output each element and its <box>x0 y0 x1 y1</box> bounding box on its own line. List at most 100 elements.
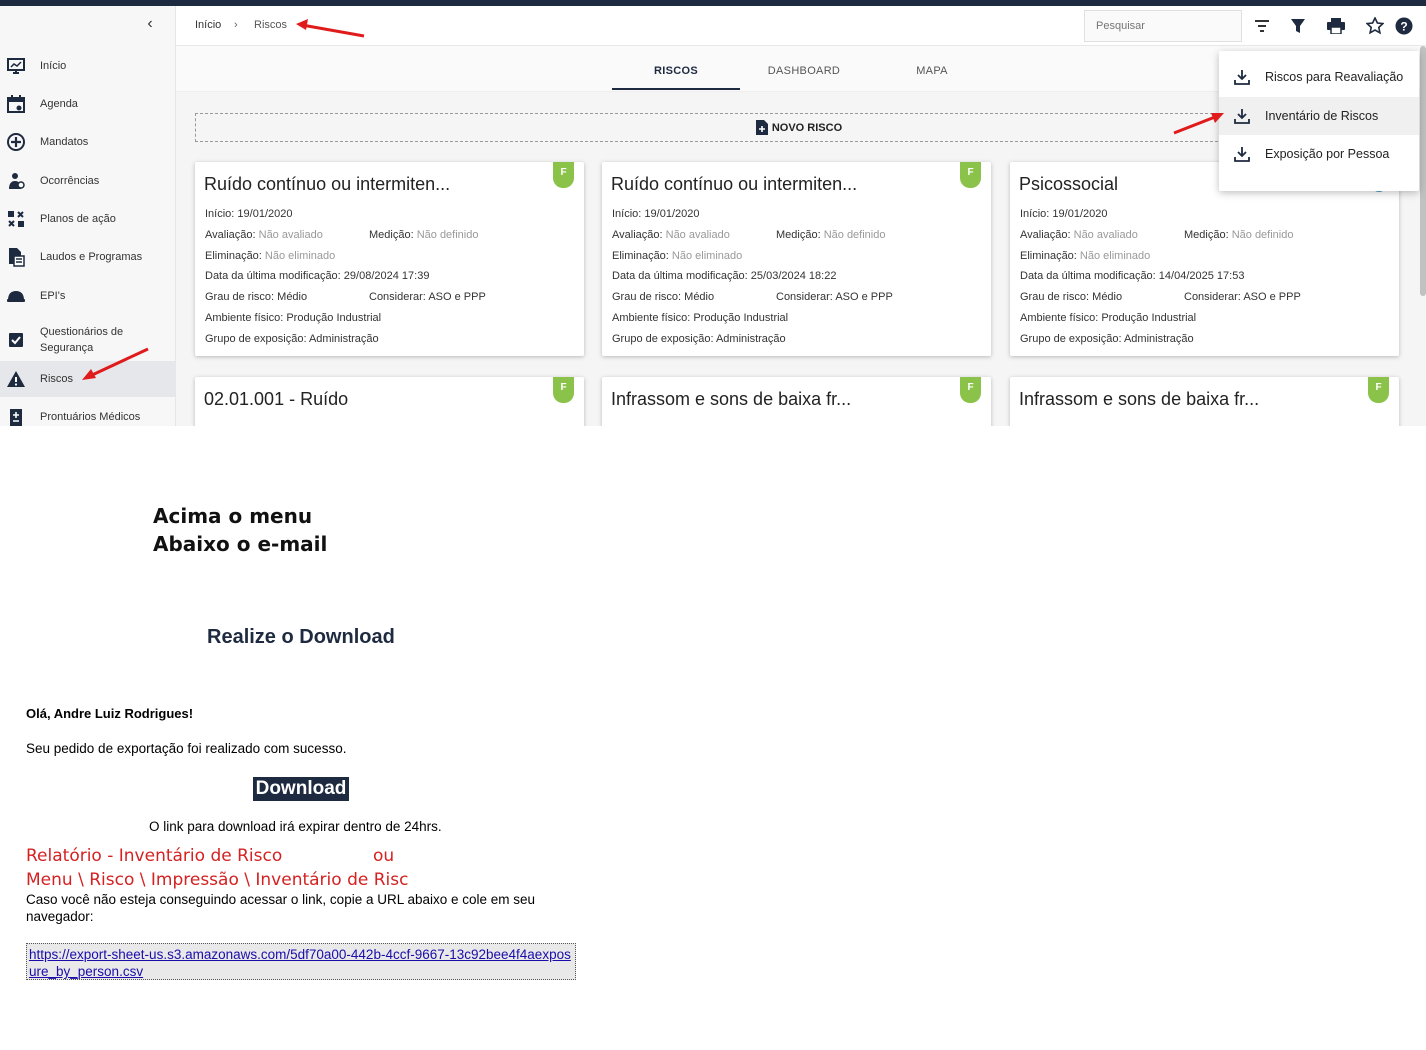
new-file-icon <box>755 120 768 135</box>
card-title: Infrassom e sons de baixa fr... <box>1019 389 1260 409</box>
card-last-modified: Data da última modificação: 14/04/2025 1… <box>1020 270 1245 282</box>
menu-item-inventario-riscos[interactable]: Inventário de Riscos <box>1219 97 1419 135</box>
card-environment: Ambiente físico: Produção Industrial <box>612 312 789 324</box>
card-elimination: Eliminação: Não eliminado <box>205 250 336 262</box>
risk-card[interactable]: F Infrassom e sons de baixa fr... <box>602 377 991 426</box>
card-title: Ruído contínuo ou intermiten... <box>611 174 858 194</box>
status-badge: F <box>553 162 574 188</box>
breadcrumb-current: Riscos <box>254 19 288 31</box>
dashboard-icon <box>6 56 26 76</box>
sidebar-item-riscos[interactable]: Riscos <box>0 361 176 397</box>
header: Início › Riscos ? <box>176 6 1426 46</box>
risk-card[interactable]: F Infrassom e sons de baixa fr... <box>1010 377 1399 426</box>
tab-riscos[interactable]: RISCOS <box>612 65 740 77</box>
breadcrumb-home[interactable]: Início <box>195 19 221 31</box>
download-icon <box>1234 147 1250 162</box>
person-alert-icon <box>6 171 26 191</box>
menu-item-exposicao-pessoa[interactable]: Exposição por Pessoa <box>1219 135 1419 173</box>
checkbox-icon <box>6 330 26 350</box>
print-icon[interactable] <box>1326 16 1346 36</box>
new-risk-label: NOVO RISCO <box>771 121 843 134</box>
card-last-modified: Data da última modificação: 25/03/2024 1… <box>612 270 837 282</box>
card-consider: Considerar: ASO e PPP <box>1184 291 1301 303</box>
action-plan-icon <box>6 209 26 229</box>
card-evaluation: Avaliação: Não avaliado <box>205 229 323 241</box>
star-icon[interactable] <box>1365 16 1385 36</box>
plus-circle-icon <box>6 132 26 152</box>
help-icon[interactable]: ? <box>1394 16 1414 36</box>
print-dropdown-menu: Riscos para Reavaliação Inventário de Ri… <box>1219 51 1419 191</box>
annotation-line-2: Abaixo o e-mail <box>153 532 328 556</box>
sidebar-item-laudos[interactable]: Laudos e Programas <box>0 239 176 275</box>
menu-item-riscos-reavaliacao[interactable]: Riscos para Reavaliação <box>1219 58 1419 96</box>
sidebar-item-label: Questionários de Segurança <box>40 326 124 354</box>
medical-record-icon <box>6 407 26 426</box>
sidebar: ‹ Início Agenda Mandatos Ocorrências Pla… <box>0 6 176 426</box>
card-exposure-group: Grupo de exposição: Administração <box>205 333 379 345</box>
sort-icon[interactable] <box>1252 16 1272 36</box>
annotation-red-2: Menu \ Risco \ Impressão \ Inventário de… <box>26 870 409 890</box>
sidebar-item-label: Laudos e Programas <box>40 251 143 263</box>
annotation-red-1: Relatório - Inventário de Risco <box>26 846 283 866</box>
sidebar-item-inicio[interactable]: Início <box>0 48 176 84</box>
sidebar-item-label: Mandatos <box>40 136 89 148</box>
menu-item-label: Exposição por Pessoa <box>1265 147 1390 161</box>
email-success-text: Seu pedido de exportação foi realizado c… <box>26 741 347 756</box>
email-greeting: Olá, Andre Luiz Rodrigues! <box>26 706 194 721</box>
sidebar-item-mandatos[interactable]: Mandatos <box>0 124 176 160</box>
download-icon <box>1234 109 1250 124</box>
status-badge: F <box>553 377 574 403</box>
annotation-line-1: Acima o menu <box>153 504 313 528</box>
tab-mapa[interactable]: MAPA <box>868 65 996 77</box>
card-elimination: Eliminação: Não eliminado <box>612 250 743 262</box>
risk-card[interactable]: F Ruído contínuo ou intermiten... Início… <box>602 162 991 356</box>
card-title: Infrassom e sons de baixa fr... <box>611 389 852 409</box>
card-title: Ruído contínuo ou intermiten... <box>204 174 451 194</box>
active-tab-indicator <box>612 88 740 90</box>
calendar-icon <box>6 94 26 114</box>
sidebar-item-agenda[interactable]: Agenda <box>0 86 176 122</box>
menu-item-label: Riscos para Reavaliação <box>1265 70 1404 84</box>
card-elimination: Eliminação: Não eliminado <box>1020 250 1151 262</box>
sidebar-item-label: Ocorrências <box>40 175 100 187</box>
sidebar-item-planos[interactable]: Planos de ação <box>0 201 176 237</box>
chevron-right-icon: › <box>234 19 238 31</box>
download-url-link[interactable]: https://export-sheet-us.s3.amazonaws.com… <box>26 943 576 980</box>
card-measurement: Medição: Não definido <box>1184 229 1294 241</box>
sidebar-item-label: Agenda <box>40 98 78 110</box>
download-icon <box>1234 70 1250 85</box>
document-icon <box>6 247 26 267</box>
download-button[interactable]: Download <box>253 777 349 801</box>
sidebar-item-questionarios[interactable]: Questionários de Segurança <box>0 320 176 360</box>
risk-card[interactable]: Psicossocial Início: 19/01/2020 Avaliaçã… <box>1010 162 1399 356</box>
scrollbar[interactable] <box>1420 46 1426 296</box>
sidebar-item-label: Início <box>40 60 67 72</box>
collapse-sidebar-button[interactable]: ‹ <box>140 14 160 34</box>
email-expire-text: O link para download irá expirar dentro … <box>149 819 442 834</box>
card-consider: Considerar: ASO e PPP <box>369 291 486 303</box>
card-risk-level: Grau de risco: Médio <box>612 291 715 303</box>
sidebar-item-prontuarios[interactable]: Prontuários Médicos <box>0 399 176 426</box>
card-title: Psicossocial <box>1019 174 1119 194</box>
card-risk-level: Grau de risco: Médio <box>1020 291 1123 303</box>
status-badge: F <box>960 377 981 403</box>
sidebar-item-epis[interactable]: EPI's <box>0 278 176 314</box>
card-last-modified: Data da última modificação: 29/08/2024 1… <box>205 270 430 282</box>
helmet-icon <box>6 286 26 306</box>
risk-card[interactable]: F Ruído contínuo ou intermiten... Início… <box>195 162 584 356</box>
risk-card[interactable]: F 02.01.001 - Ruído <box>195 377 584 426</box>
status-badge: F <box>1368 377 1389 403</box>
tab-dashboard[interactable]: DASHBOARD <box>740 65 868 77</box>
sidebar-item-label: Planos de ação <box>40 213 116 225</box>
warning-icon <box>6 369 26 389</box>
sidebar-item-ocorrencias[interactable]: Ocorrências <box>0 163 176 199</box>
card-start-date: Início: 19/01/2020 <box>205 208 293 220</box>
card-start-date: Início: 19/01/2020 <box>1020 208 1108 220</box>
card-exposure-group: Grupo de exposição: Administração <box>1020 333 1194 345</box>
filter-icon[interactable] <box>1288 16 1308 36</box>
card-evaluation: Avaliação: Não avaliado <box>612 229 730 241</box>
search-input[interactable] <box>1084 10 1242 42</box>
card-consider: Considerar: ASO e PPP <box>776 291 893 303</box>
email-heading: Realize o Download <box>207 626 395 648</box>
app-window: ‹ Início Agenda Mandatos Ocorrências Pla… <box>0 6 1426 426</box>
